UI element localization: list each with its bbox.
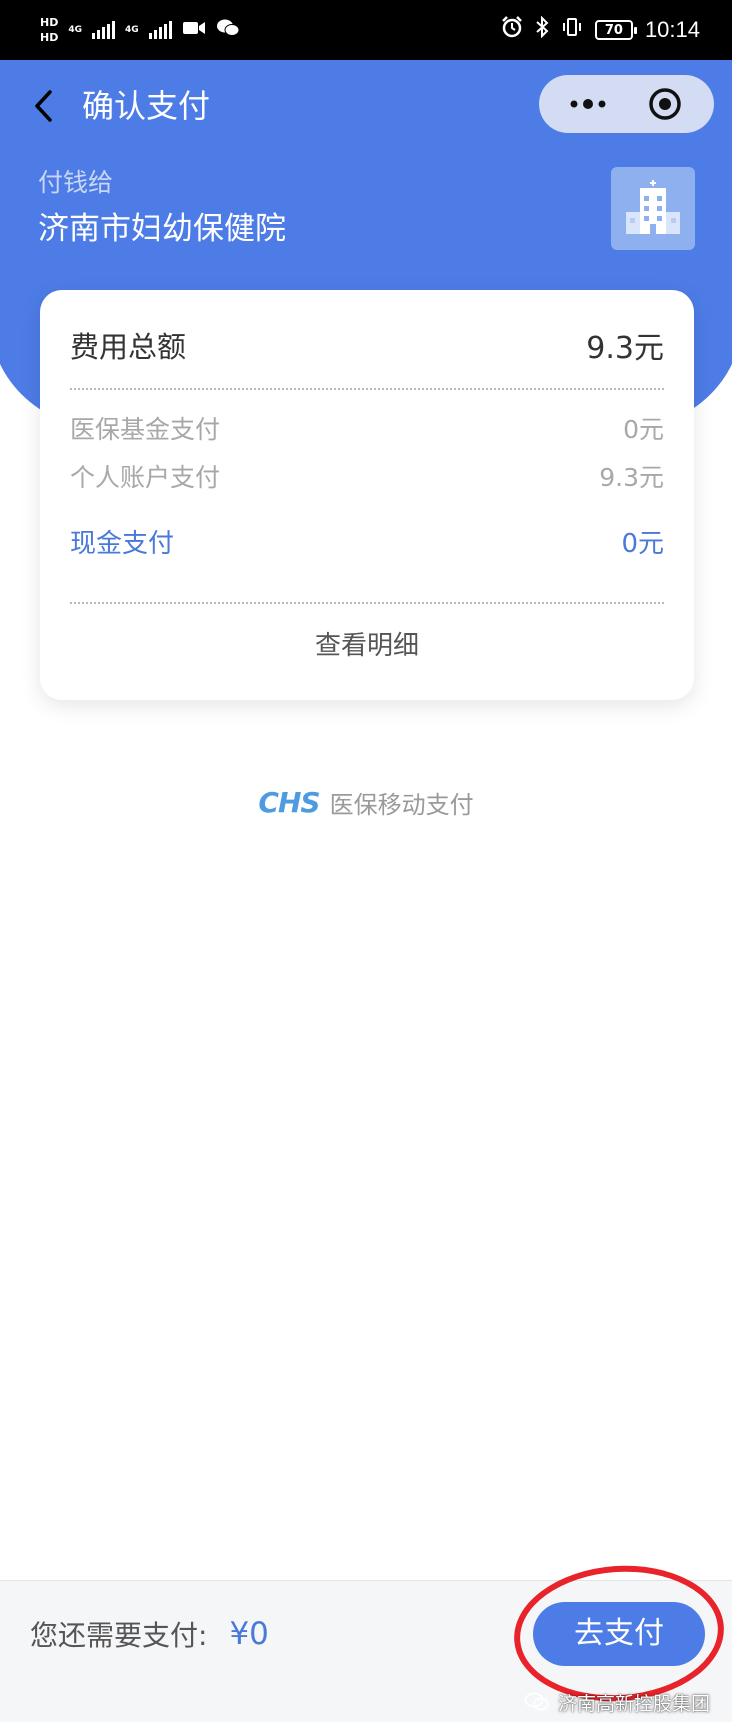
network-type-2: 4G — [125, 25, 139, 35]
status-left: HD HD 4G 4G — [40, 15, 240, 44]
chs-logo: CHS — [258, 785, 320, 819]
divider — [70, 602, 664, 604]
hospital-logo — [611, 167, 695, 250]
vibrate-icon — [561, 16, 583, 44]
fund-payment-row: 医保基金支付 0元 — [70, 408, 664, 448]
fund-payment-label: 医保基金支付 — [70, 415, 221, 444]
watermark-text: 济南高新控股集团 — [557, 1692, 710, 1715]
target-close-icon — [649, 88, 681, 120]
payee-label: 付钱给 — [38, 168, 114, 197]
wechat-icon — [216, 18, 240, 42]
status-right: 70 10:14 — [501, 15, 700, 44]
status-bar: HD HD 4G 4G 70 10:14 — [0, 0, 732, 60]
wechat-icon — [524, 1692, 549, 1711]
network-type-1: 4G — [68, 25, 82, 35]
page-title: 确认支付 — [82, 87, 211, 125]
total-amount: 9.3元 — [586, 331, 664, 366]
bluetooth-icon — [535, 15, 549, 44]
remaining-amount: ¥0 — [229, 1616, 269, 1652]
close-miniprogram-button[interactable] — [635, 82, 695, 126]
cash-payment-label: 现金支付 — [70, 528, 175, 559]
alarm-icon — [501, 16, 523, 44]
miniprogram-capsule — [539, 75, 714, 133]
chevron-left-icon — [35, 90, 52, 122]
divider — [70, 388, 664, 390]
cash-payment-row: 现金支付 0元 — [70, 519, 664, 563]
more-button[interactable] — [558, 82, 618, 126]
view-details-link[interactable]: 查看明细 — [40, 620, 694, 672]
more-dots-icon — [570, 99, 606, 109]
signal-icon — [92, 21, 115, 39]
back-button[interactable] — [26, 84, 62, 128]
hd-indicator-2: HD — [40, 30, 59, 44]
personal-account-label: 个人账户支付 — [70, 463, 221, 492]
payee-name: 济南市妇幼保健院 — [38, 211, 286, 247]
chs-brand: CHS 医保移动支付 — [0, 780, 732, 824]
remaining-label: 您还需要支付: — [30, 1619, 208, 1652]
total-row: 费用总额 9.3元 — [70, 320, 664, 370]
brand-text: 医保移动支付 — [329, 790, 474, 819]
hd-indicator-1: HD — [40, 15, 59, 29]
fund-payment-amount: 0元 — [623, 415, 664, 444]
personal-account-amount: 9.3元 — [599, 463, 664, 492]
clock: 10:14 — [644, 17, 700, 42]
personal-account-row: 个人账户支付 9.3元 — [70, 456, 664, 496]
payment-summary-card: 费用总额 9.3元 医保基金支付 0元 个人账户支付 9.3元 现金支付 0元 … — [40, 290, 694, 700]
hospital-building-icon — [626, 179, 680, 234]
remaining-payment: 您还需要支付: ¥0 — [30, 1612, 269, 1656]
watermark: 济南高新控股集团 — [524, 1688, 710, 1716]
hd-indicators: HD HD — [40, 15, 59, 44]
video-icon — [182, 20, 206, 40]
battery-indicator: 70 — [594, 20, 637, 40]
signal-icon-2 — [148, 21, 172, 39]
total-label: 费用总额 — [70, 330, 187, 364]
cash-payment-amount: 0元 — [621, 528, 664, 559]
